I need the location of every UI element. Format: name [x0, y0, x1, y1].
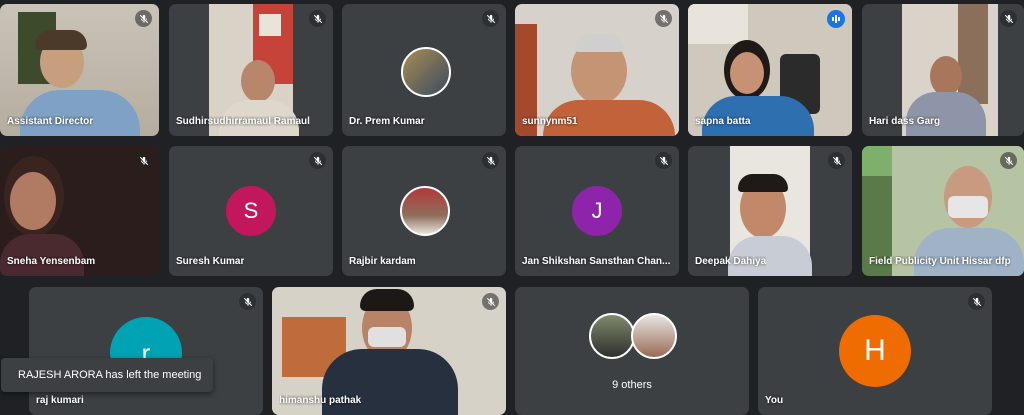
- mic-off-icon: [828, 152, 845, 169]
- others-count: 9 others: [612, 379, 652, 391]
- participant-tile[interactable]: Sudhirsudhirramaul Ramaul: [169, 4, 333, 136]
- participant-avatar: [400, 186, 450, 236]
- participant-tile[interactable]: Deepak Dahiya: [688, 146, 852, 276]
- self-tile[interactable]: H You: [758, 287, 992, 415]
- participant-name: Sudhirsudhirramaul Ramaul: [176, 116, 310, 127]
- participant-avatar: [589, 313, 635, 359]
- participant-name: himanshu pathak: [279, 395, 362, 406]
- mic-off-icon: [309, 10, 326, 27]
- mic-off-icon: [482, 10, 499, 27]
- participant-avatar: J: [572, 186, 622, 236]
- participant-tile[interactable]: sapna batta: [688, 4, 852, 136]
- toast-message: RAJESH ARORA has left the meeting: [18, 369, 202, 381]
- participant-name: raj kumari: [36, 395, 84, 406]
- participant-name: Field Publicity Unit Hissar dfp: [869, 256, 1011, 267]
- participant-tile[interactable]: Rajbir kardam: [342, 146, 506, 276]
- mic-off-icon: [239, 293, 256, 310]
- others-tile[interactable]: 9 others: [515, 287, 749, 415]
- mic-off-icon: [655, 152, 672, 169]
- participant-name: Hari dass Garg: [869, 116, 941, 127]
- participant-avatar: S: [226, 186, 276, 236]
- mic-off-icon: [135, 152, 152, 169]
- participant-tile[interactable]: sunnynm51: [515, 4, 679, 136]
- mic-off-icon: [1000, 10, 1017, 27]
- mic-off-icon: [968, 293, 985, 310]
- participant-tile[interactable]: S Suresh Kumar: [169, 146, 333, 276]
- mic-off-icon: [482, 293, 499, 310]
- mic-off-icon: [655, 10, 672, 27]
- participant-tile[interactable]: himanshu pathak: [272, 287, 506, 415]
- participant-avatar: H: [839, 315, 911, 387]
- participant-avatar: [631, 313, 677, 359]
- participant-name: Assistant Director: [7, 116, 94, 127]
- participant-name: sapna batta: [695, 116, 751, 127]
- notification-toast: RAJESH ARORA has left the meeting: [1, 358, 213, 392]
- mic-off-icon: [309, 152, 326, 169]
- audio-level-icon: [827, 10, 845, 28]
- participant-tile[interactable]: Assistant Director: [0, 4, 159, 136]
- participant-name: Jan Shikshan Sansthan Chan...: [522, 256, 671, 267]
- participant-tile[interactable]: J Jan Shikshan Sansthan Chan...: [515, 146, 679, 276]
- participant-tile[interactable]: Field Publicity Unit Hissar dfp: [862, 146, 1024, 276]
- participant-avatar: [401, 47, 451, 97]
- participant-tile[interactable]: Sneha Yensenbam: [0, 146, 159, 276]
- participant-tile[interactable]: Hari dass Garg: [862, 4, 1024, 136]
- mic-off-icon: [135, 10, 152, 27]
- participant-name: Dr. Prem Kumar: [349, 116, 425, 127]
- participant-name: Suresh Kumar: [176, 256, 245, 267]
- participant-name: Deepak Dahiya: [695, 256, 767, 267]
- participant-tile[interactable]: Dr. Prem Kumar: [342, 4, 506, 136]
- mic-off-icon: [1000, 152, 1017, 169]
- participant-name: Rajbir kardam: [349, 256, 416, 267]
- participant-name: sunnynm51: [522, 116, 578, 127]
- participant-name: You: [765, 395, 784, 406]
- participant-name: Sneha Yensenbam: [7, 256, 96, 267]
- participant-tile[interactable]: r raj kumari: [29, 287, 263, 415]
- mic-off-icon: [482, 152, 499, 169]
